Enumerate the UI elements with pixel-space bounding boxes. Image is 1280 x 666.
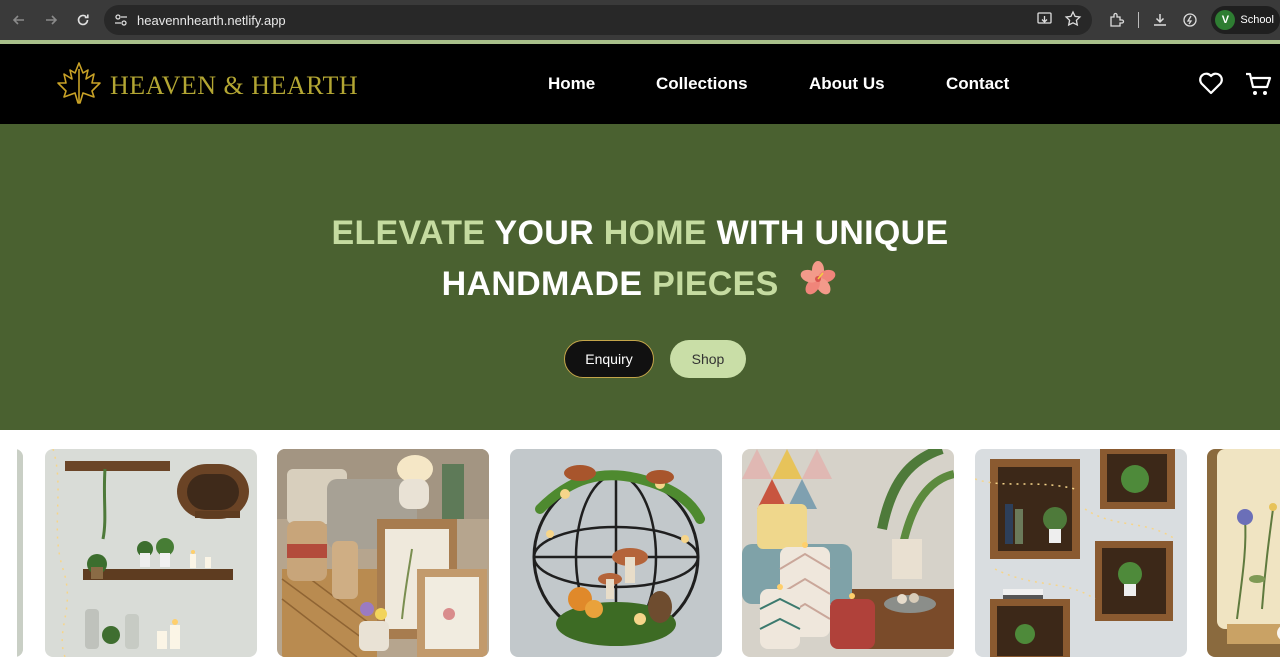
enquiry-button[interactable]: Enquiry xyxy=(564,340,654,378)
gallery-card-frames-baskets[interactable] xyxy=(277,449,489,657)
nav-contact[interactable]: Contact xyxy=(946,74,1009,94)
toolbar-divider xyxy=(1138,12,1140,28)
hero-word-elevate: ELEVATE xyxy=(331,214,486,252)
shop-button[interactable]: Shop xyxy=(670,340,746,378)
hero-word-with-unique: WITH UNIQUE xyxy=(716,214,949,252)
reload-button[interactable] xyxy=(69,6,97,34)
nav-home[interactable]: Home xyxy=(548,74,595,94)
hero-title: ELEVATE YOUR HOME WITH UNIQUE HANDMADE P… xyxy=(0,208,1280,312)
profile-chip[interactable]: V School xyxy=(1211,6,1280,34)
forward-button[interactable] xyxy=(37,6,65,34)
hero-word-home: HOME xyxy=(603,214,707,252)
gallery-card-floating-shelves[interactable] xyxy=(45,449,257,657)
hero-word-pieces: PIECES xyxy=(652,265,779,303)
nav-about-us[interactable]: About Us xyxy=(809,74,885,94)
gallery-card-candle-holders[interactable] xyxy=(742,449,954,657)
site-settings-icon[interactable] xyxy=(112,11,130,29)
cart-icon[interactable] xyxy=(1244,71,1272,102)
hero-word-handmade: HANDMADE xyxy=(441,265,643,303)
extensions-icon[interactable] xyxy=(1102,5,1132,35)
gallery-card-crate-shelves[interactable] xyxy=(975,449,1187,657)
browser-actions: V School xyxy=(1102,0,1280,40)
hero-word-your: YOUR xyxy=(494,214,594,252)
gallery-card-flower-lamp[interactable] xyxy=(1207,449,1280,657)
gallery-card-partial-left[interactable] xyxy=(17,449,23,657)
browser-toolbar: heavennhearth.netlify.app V School xyxy=(0,0,1280,40)
performance-icon[interactable] xyxy=(1175,5,1205,35)
downloads-icon[interactable] xyxy=(1145,5,1175,35)
hero-section: ELEVATE YOUR HOME WITH UNIQUE HANDMADE P… xyxy=(0,124,1280,430)
address-bar[interactable]: heavennhearth.netlify.app xyxy=(104,5,1092,35)
profile-name: School xyxy=(1240,14,1274,26)
hibiscus-flower-icon xyxy=(798,260,838,312)
back-button[interactable] xyxy=(5,6,33,34)
main-navigation: Home Collections About Us Contact xyxy=(0,44,1280,124)
bookmark-star-icon[interactable] xyxy=(1064,10,1082,33)
gallery-card-sphere-planter[interactable] xyxy=(510,449,722,657)
nav-collections[interactable]: Collections xyxy=(656,74,748,94)
wishlist-heart-icon[interactable] xyxy=(1198,71,1224,100)
site-header: HEAVEN & HEARTH Home Collections About U… xyxy=(0,44,1280,124)
install-app-icon[interactable] xyxy=(1036,10,1054,33)
product-gallery xyxy=(17,430,1280,666)
url-text: heavennhearth.netlify.app xyxy=(137,12,286,28)
profile-avatar: V xyxy=(1215,10,1236,30)
